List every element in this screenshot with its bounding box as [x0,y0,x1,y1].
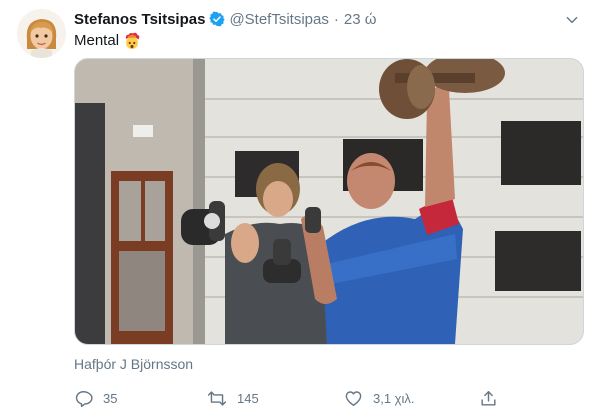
tweet-media[interactable] [74,58,584,345]
author-avatar[interactable] [17,9,66,58]
author-name[interactable]: Stefanos Tsitsipas [74,11,205,28]
gym-photo-image [75,59,583,344]
share-button[interactable] [479,386,498,410]
reply-icon [75,390,93,407]
tweet-text: Mental [74,31,141,51]
chevron-down-icon [566,16,578,24]
verified-badge-icon [209,11,226,27]
heart-icon [345,390,362,406]
like-count: 3,1 χιλ. [373,390,415,406]
retweet-button[interactable]: 145 [207,386,259,410]
share-icon [481,390,496,406]
tweet-text-content: Mental [74,32,120,49]
header-separator: · [333,10,339,28]
exploding-head-emoji-icon [123,32,141,50]
retweet-icon [207,390,227,406]
tweet-header: Stefanos Tsitsipas @StefTsitsipas · 23 ώ [74,9,376,29]
like-button[interactable]: 3,1 χιλ. [344,386,415,410]
retweet-count: 145 [237,390,259,406]
tweet-actions: 35 145 3,1 χιλ. [74,386,504,410]
tweet-menu-button[interactable] [562,10,582,30]
avatar-memoji-image [17,9,66,58]
reply-count: 35 [103,390,118,406]
tagged-user-name[interactable]: Hafþór J Björnsson [74,356,193,372]
reply-button[interactable]: 35 [74,386,117,410]
author-handle[interactable]: @StefTsitsipas [229,11,328,28]
tweet-timestamp[interactable]: 23 ώ [344,11,377,28]
tagged-user-label[interactable]: Hafþór J Björnsson [74,356,193,372]
